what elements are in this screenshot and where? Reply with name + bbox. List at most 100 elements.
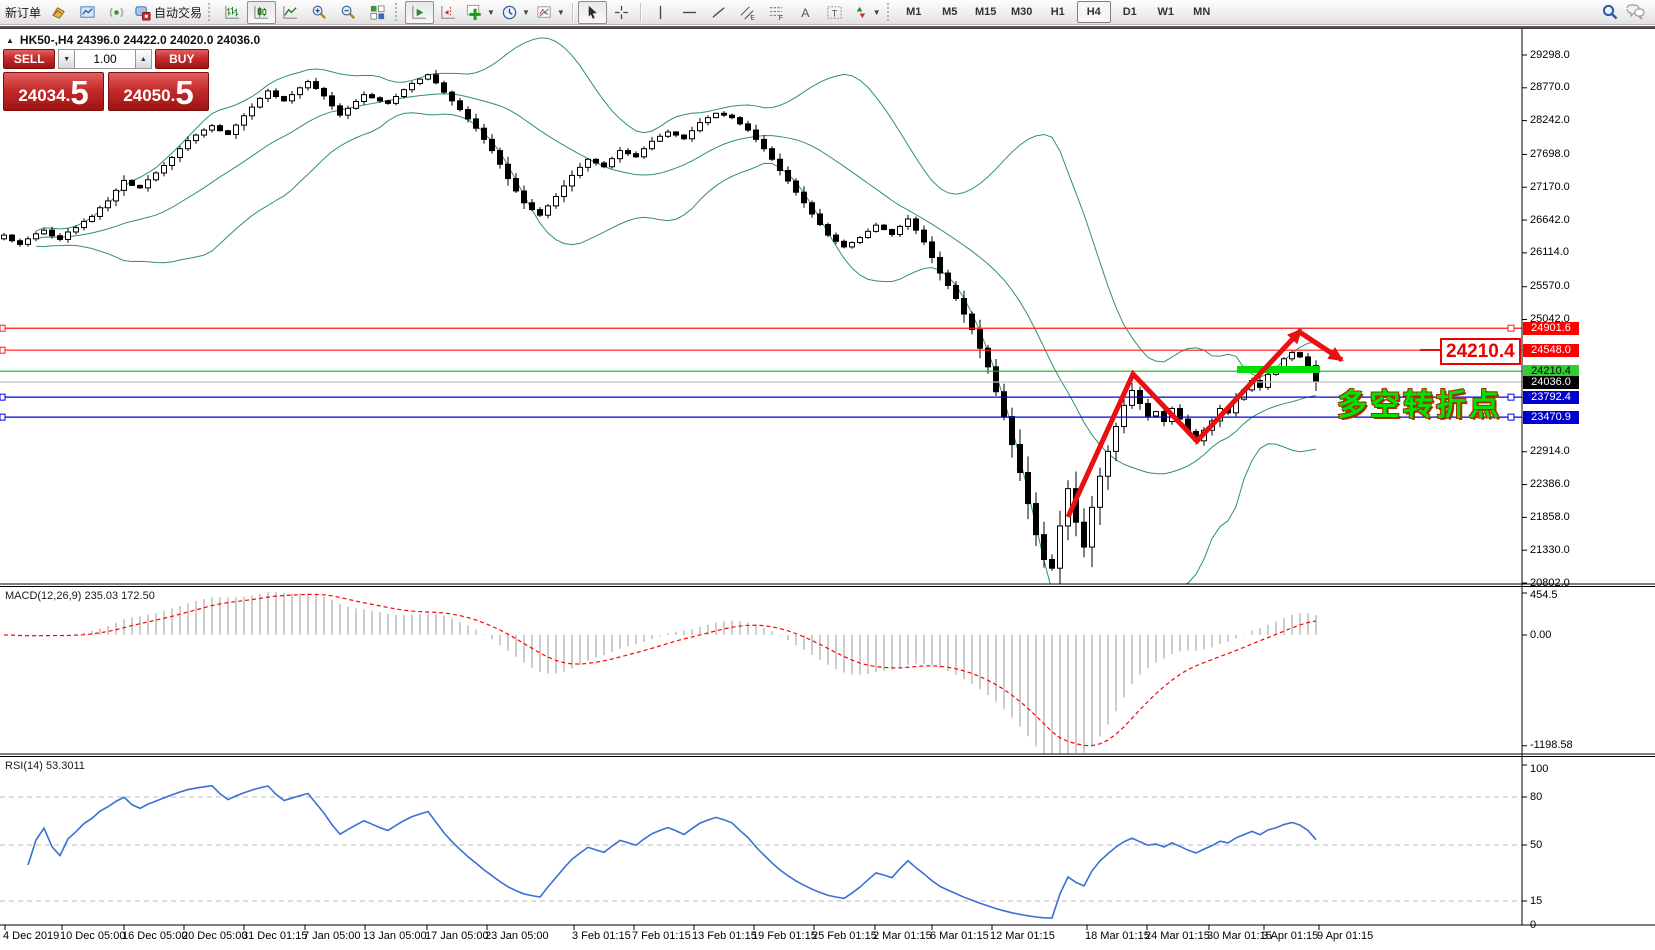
new-order-button[interactable]: 新订单 (2, 1, 44, 24)
toolbar-grip (887, 3, 893, 21)
templates-button[interactable]: ▼ (533, 1, 568, 24)
time-axis-label: 9 Apr 01:15 (1317, 930, 1373, 942)
auto-scroll-button[interactable] (405, 1, 434, 24)
buy-price-button[interactable]: 24050.5 (108, 72, 209, 111)
periods-button[interactable]: ▼ (498, 1, 533, 24)
price-tick-label: 25570.0 (1530, 280, 1570, 292)
timeframe-toolbar: M1M5M15M30H1H4D1W1MN (897, 1, 1219, 23)
time-axis-label: 3 Apr 01:15 (1262, 930, 1318, 942)
rsi-tick-label: 50 (1530, 839, 1542, 851)
buy-price-main: 24050 (123, 84, 170, 108)
time-axis-label: 10 Dec 05:00 (60, 930, 125, 942)
candlestick-chart-button[interactable] (247, 1, 276, 24)
cursor-icon (584, 4, 601, 21)
macd-indicator-label: MACD(12,26,9) 235.03 172.50 (5, 590, 155, 602)
price-tick-label: 27170.0 (1530, 181, 1570, 193)
indicators-icon (466, 4, 483, 21)
macd-tick-label: -1198.58 (1530, 739, 1573, 751)
chart-shift-button[interactable] (434, 1, 463, 24)
new-chart-button[interactable] (44, 1, 73, 24)
bar-chart-icon (224, 4, 241, 21)
text-label-button[interactable]: T (820, 1, 849, 24)
crosshair-icon (613, 4, 630, 21)
volume-input[interactable] (75, 49, 135, 69)
sell-price-main: 24034 (18, 84, 65, 108)
timeframe-H1[interactable]: H1 (1041, 1, 1075, 23)
timeframe-M30[interactable]: M30 (1005, 1, 1039, 23)
profiles-icon (79, 4, 96, 21)
buy-button[interactable]: BUY (155, 49, 209, 69)
svg-text:A: A (801, 5, 810, 19)
time-axis-label: 13 Feb 01:15 (692, 930, 757, 942)
sell-price-button[interactable]: 24034.5 (3, 72, 104, 111)
volume-decrease-button[interactable]: ▼ (58, 49, 75, 69)
rsi-tick-label: 15 (1530, 895, 1542, 907)
fibonacci-button[interactable]: F (762, 1, 791, 24)
candlestick-chart-icon (253, 4, 270, 21)
arrows-button[interactable]: ▼ (849, 1, 884, 24)
timeframe-M15[interactable]: M15 (969, 1, 1003, 23)
zoom-in-button[interactable] (305, 1, 334, 24)
text-button[interactable]: A (791, 1, 820, 24)
time-axis-label: 13 Jan 05:00 (363, 930, 427, 942)
auto-trading-icon (134, 4, 151, 21)
price-tick-label: 29298.0 (1530, 49, 1570, 61)
new-chart-icon (50, 4, 67, 21)
terminal-window: 新订单 自动交易 (0, 0, 1655, 950)
price-tick-label: 20802.0 (1530, 577, 1570, 589)
profiles-button[interactable] (73, 1, 102, 24)
bar-chart-button[interactable] (218, 1, 247, 24)
price-chart-canvas[interactable] (0, 0, 1655, 950)
sell-price-pip: 5 (70, 78, 88, 108)
price-tick-label: 28242.0 (1530, 114, 1570, 126)
text-icon: A (797, 4, 814, 21)
macd-tick-label: 0.00 (1530, 629, 1551, 641)
indicators-button[interactable]: ▼ (463, 1, 498, 24)
tile-windows-button[interactable] (363, 1, 392, 24)
collapse-one-click-icon[interactable]: ▲ (6, 36, 14, 45)
time-axis-label: 2 Mar 01:15 (873, 930, 932, 942)
fibonacci-icon: F (768, 4, 785, 21)
equidistant-channel-button[interactable]: E (733, 1, 762, 24)
volume-increase-button[interactable]: ▲ (135, 49, 152, 69)
trendline-button[interactable] (704, 1, 733, 24)
chat-icon[interactable] (1625, 3, 1645, 21)
time-axis-label: 20 Dec 05:00 (182, 930, 247, 942)
toolbar-grip (208, 3, 214, 21)
signals-button[interactable] (102, 1, 131, 24)
timeframe-M5[interactable]: M5 (933, 1, 967, 23)
rsi-tick-label: 80 (1530, 791, 1542, 803)
time-axis-label: 25 Feb 01:15 (812, 930, 877, 942)
timeframe-W1[interactable]: W1 (1149, 1, 1183, 23)
horizontal-line-icon (681, 4, 698, 21)
cursor-button[interactable] (578, 1, 607, 24)
timeframe-M1[interactable]: M1 (897, 1, 931, 23)
line-chart-icon (282, 4, 299, 21)
vertical-line-button[interactable] (646, 1, 675, 24)
buy-price-pip: 5 (175, 78, 193, 108)
zoom-in-icon (311, 4, 328, 21)
price-tick-label: 22914.0 (1530, 445, 1570, 457)
timeframe-H4[interactable]: H4 (1077, 1, 1111, 23)
one-click-trading-panel: SELL ▼ ▲ BUY 24034.5 24050.5 (3, 49, 209, 111)
line-chart-button[interactable] (276, 1, 305, 24)
horizontal-line-button[interactable] (675, 1, 704, 24)
crosshair-button[interactable] (607, 1, 636, 24)
svg-text:F: F (779, 15, 783, 21)
chevron-down-icon: ▼ (487, 8, 495, 17)
arrows-icon (852, 4, 869, 21)
auto-trading-button[interactable]: 自动交易 (131, 1, 205, 24)
price-level-badge: 24901.6 (1523, 322, 1579, 335)
timeframe-MN[interactable]: MN (1185, 1, 1219, 23)
text-label-icon: T (826, 4, 843, 21)
search-icon[interactable] (1601, 3, 1619, 21)
turning-point-note: 多空转折点 (1337, 380, 1502, 424)
zoom-out-button[interactable] (334, 1, 363, 24)
timeframe-D1[interactable]: D1 (1113, 1, 1147, 23)
auto-trading-label: 自动交易 (154, 4, 202, 21)
time-axis-label: 19 Feb 01:15 (752, 930, 817, 942)
svg-text:T: T (831, 8, 837, 19)
time-axis-label: 4 Dec 2019 (3, 930, 59, 942)
sell-button[interactable]: SELL (3, 49, 55, 69)
time-axis-label: 12 Mar 01:15 (990, 930, 1055, 942)
